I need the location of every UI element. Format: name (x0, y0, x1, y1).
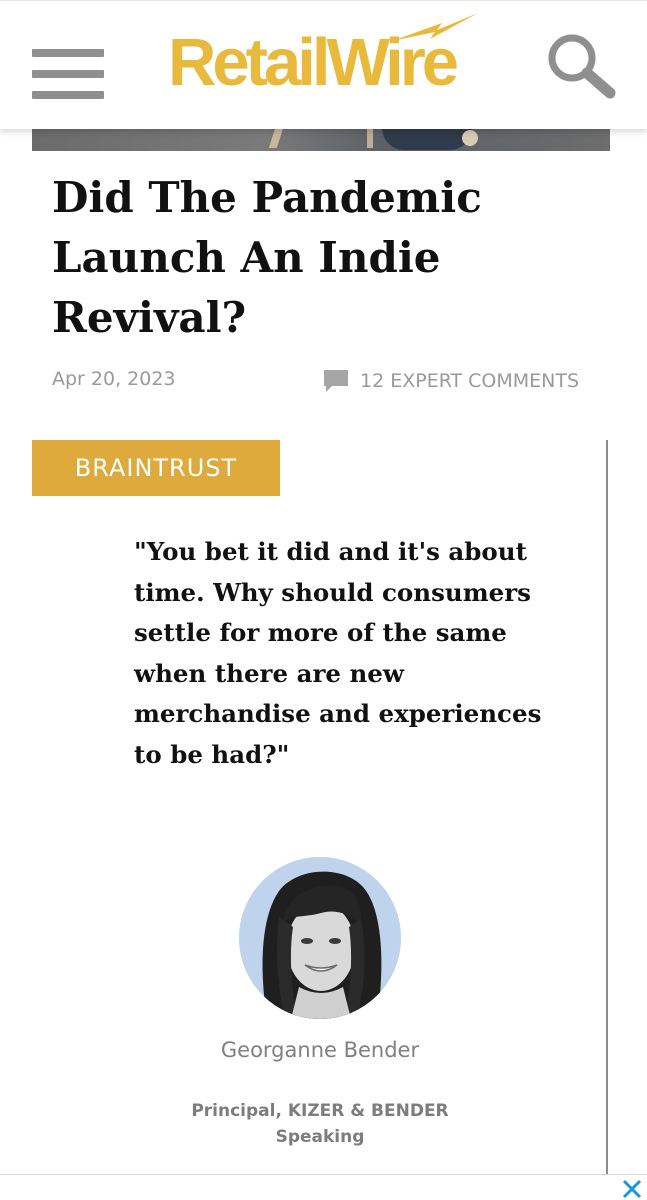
article-hero-image (32, 128, 610, 151)
menu-bar-line (32, 49, 104, 57)
retailwire-logo[interactable]: RetailWire (168, 11, 480, 111)
author-title-line: Speaking (275, 1127, 365, 1147)
article-title: Did The Pandemic Launch An Indie Revival… (52, 173, 482, 342)
ad-close-button[interactable] (617, 1177, 647, 1200)
logo-wordmark: RetailWire (168, 25, 459, 100)
bottom-ad-bar (0, 1174, 647, 1200)
article-date: Apr 20, 2023 (52, 368, 176, 390)
site-header: RetailWire (0, 0, 647, 129)
card-divider (606, 440, 608, 1175)
author-avatar[interactable] (239, 857, 401, 1019)
search-icon (548, 34, 616, 99)
close-icon (622, 1179, 642, 1199)
author-portrait-image (239, 857, 401, 1019)
braintrust-badge: BRAINTRUST (32, 440, 280, 496)
author-title-line: Principal, KIZER & BENDER (191, 1101, 449, 1121)
braintrust-quote: "You bet it did and it's about time. Why… (134, 537, 542, 769)
expert-comments-link[interactable]: 12 EXPERT COMMENTS (322, 367, 579, 395)
author-title: Principal, KIZER & BENDER Speaking (0, 1098, 640, 1150)
hamburger-menu-button[interactable] (30, 49, 106, 105)
comment-bubble-icon (324, 370, 348, 392)
comments-count-label: 12 EXPERT COMMENTS (360, 370, 580, 392)
search-button[interactable] (540, 29, 620, 99)
menu-bar-line (32, 70, 104, 78)
author-name: Georganne Bender (220, 1038, 420, 1062)
menu-bar-line (32, 91, 104, 99)
braintrust-badge-label: BRAINTRUST (74, 454, 238, 482)
